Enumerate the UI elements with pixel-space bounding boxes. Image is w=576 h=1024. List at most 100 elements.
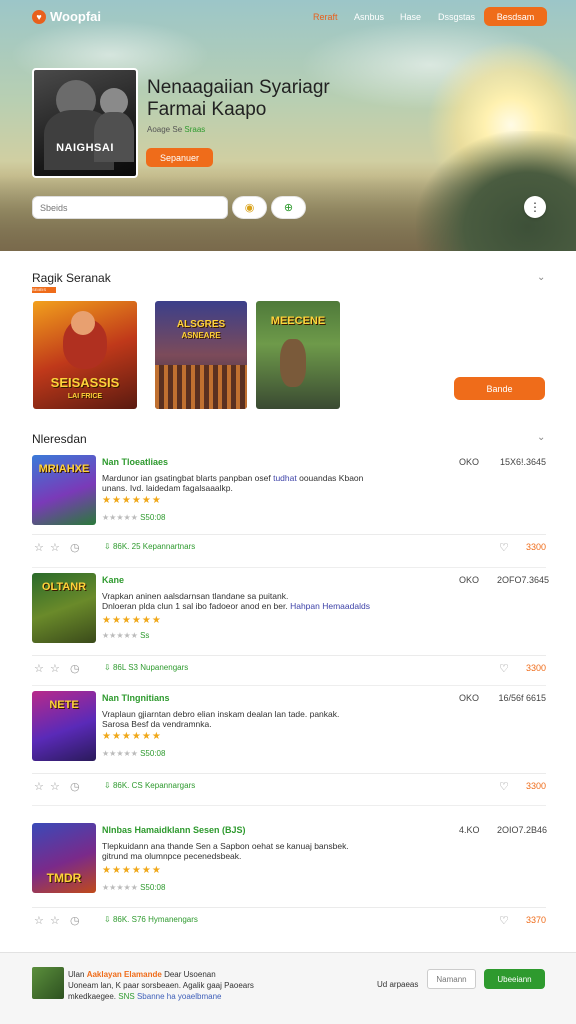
bottom-highlight[interactable]: Aaklayan Elamande <box>87 970 162 979</box>
list-item-price[interactable]: 3370 <box>522 915 546 925</box>
clock-icon[interactable]: ◷ <box>70 541 80 554</box>
nav-link-4[interactable]: Dssgstas <box>438 12 475 22</box>
list-item-name[interactable]: Nlnbas Hamaidklann Sesen (BJS) <box>102 825 246 835</box>
game-title: Nenaagaiian Syariagr Farmai Kaapo <box>147 77 447 121</box>
game-cover[interactable]: NAIGHSAI <box>32 68 138 178</box>
filter-pill-coin-icon[interactable]: ◉ <box>232 196 267 219</box>
star-rating: ★★★★★★ <box>102 495 162 506</box>
rating-detail: ★★★★★ S50:08 <box>102 749 166 758</box>
description-text: Vraplaun gjiarntan debro elian inskam de… <box>102 709 340 719</box>
tile-label-top: SEISASSIS <box>50 375 120 390</box>
tile-label-top: MEECENE <box>270 315 326 327</box>
list-section-title: Nleresdan <box>32 432 87 446</box>
star-outline-icon[interactable]: ☆ <box>50 914 60 927</box>
featured-tile[interactable]: MEECENE <box>256 301 340 409</box>
list-item[interactable]: OLTANR Kane Vrapkan aninen aalsdarnsan t… <box>32 573 550 675</box>
star-outline-icon[interactable]: ☆ <box>50 541 60 554</box>
game-title-line1: Nenaagaiian Syariagr <box>147 77 330 98</box>
downloads-count: 86K. S76 <box>112 915 146 924</box>
divider <box>32 685 546 686</box>
list-item-size: 4.KO <box>459 825 480 835</box>
bottom-bar: Ulan Aaklayan Elamande Dear Usoenan Uone… <box>0 952 576 1024</box>
list-item-name[interactable]: Kane <box>102 575 124 585</box>
more-options-icon[interactable]: ⋮ <box>524 196 546 218</box>
description-link[interactable]: tudhat <box>273 473 297 483</box>
list-item-price[interactable]: 3300 <box>522 781 546 791</box>
bottom-bar-label: Ud arpaeas <box>377 980 419 989</box>
featured-section-title: Ragik Seranak <box>32 271 111 285</box>
primary-button[interactable]: Ubeeiann <box>484 969 545 989</box>
game-meta: Aoage Se Sraas <box>147 125 205 134</box>
list-item-name[interactable]: Nan Tloeatliaes <box>102 457 168 467</box>
featured-action-button[interactable]: Bande <box>454 377 545 400</box>
star-outline-icon[interactable]: ☆ <box>34 780 44 793</box>
heart-icon[interactable]: ♡ <box>499 662 509 675</box>
star-outline-icon[interactable]: ☆ <box>50 662 60 675</box>
downloads-count: 86K. 25 <box>112 542 141 551</box>
list-item-footer: ☆ ☆ ◷ ⇩ 86K. CS Kepannargars ♡ 3300 <box>32 773 546 793</box>
thumbnail-label: OLTANR <box>41 581 87 593</box>
star-outline-icon[interactable]: ☆ <box>34 914 44 927</box>
tile-hero-head <box>71 311 95 335</box>
list-item-date: 2OFO7.3645 <box>497 575 550 585</box>
bottom-link[interactable]: Sbanne ha yoaelbmane <box>137 992 222 1001</box>
star-outline-icon[interactable]: ☆ <box>50 780 60 793</box>
featured-tile[interactable]: SEISASSIS LAI FRICE <box>33 301 137 409</box>
list-item-price[interactable]: 3300 <box>522 542 546 552</box>
list-item-thumbnail: MRIAHXE <box>32 455 96 525</box>
chevron-down-icon[interactable]: ⌄ <box>537 272 545 283</box>
heart-icon[interactable]: ♡ <box>499 914 509 927</box>
list-item-price[interactable]: 3300 <box>522 663 546 673</box>
star-outline-icon[interactable]: ☆ <box>34 541 44 554</box>
rating-text: Ss <box>140 631 150 640</box>
star-rating: ★★★★★★ <box>102 615 162 626</box>
top-nav: ♥ Woopfai Reraft Asnbus Hase Dssgstas Be… <box>0 0 576 34</box>
nav-link-3[interactable]: Hase <box>400 12 421 22</box>
cover-title: NAIGHSAI <box>56 142 114 154</box>
tile-label-bottom: ASNEARE <box>181 331 221 340</box>
list-item[interactable]: MRIAHXE Nan Tloeatliaes Mardunor ian gsa… <box>32 455 546 557</box>
brand[interactable]: ♥ Woopfai <box>32 9 101 24</box>
download-stats: ⇩ 86K. S76 Hymanengars <box>104 915 198 924</box>
nav-link-1[interactable]: Reraft <box>313 12 338 22</box>
rating-detail: ★★★★★ Ss <box>102 631 150 640</box>
tile-label-top: ALSGRES <box>176 319 226 330</box>
featured-tile[interactable]: ALSGRES ASNEARE <box>155 301 247 409</box>
list-item-size: OKO <box>459 457 480 467</box>
description-link[interactable]: Hahpan Hemaadalds <box>290 601 370 611</box>
search-input[interactable]: Sbeids <box>32 196 228 219</box>
hero-action-button[interactable]: Sepanuer <box>146 148 213 167</box>
list-item-description: Mardunor ian gsatingbat blarts panpban o… <box>102 473 432 493</box>
clock-icon[interactable]: ◷ <box>70 780 80 793</box>
description-text: gitrund ma olumnpce pecenedsbeak. <box>102 851 242 861</box>
downloads-count: 86K. CS <box>112 781 143 790</box>
heart-icon[interactable]: ♡ <box>499 780 509 793</box>
nav-cta-button[interactable]: Besdsam <box>484 7 547 26</box>
description-text: Mardunor ian gsatingbat blarts panpban o… <box>102 473 271 483</box>
game-title-line2: Farmai Kaapo <box>147 99 267 120</box>
list-item-description: Vraplaun gjiarntan debro elian inskam de… <box>102 709 432 729</box>
clock-icon[interactable]: ◷ <box>70 914 80 927</box>
thumbnail-label: MRIAHXE <box>38 463 90 475</box>
heart-icon[interactable]: ♡ <box>499 541 509 554</box>
filter-pill-download-icon[interactable]: ⊕ <box>271 196 306 219</box>
list-item-thumbnail: TMDR <box>32 823 96 893</box>
rating-text: S50:08 <box>140 513 166 522</box>
hero-trees <box>416 131 576 251</box>
nav-link-2[interactable]: Asnbus <box>354 12 384 22</box>
list-item-name[interactable]: Nan Tlngnitians <box>102 693 170 703</box>
description-text: Tlepkuidann ana thande Sen a Sapbon oeha… <box>102 841 349 851</box>
list-item[interactable]: TMDR Nlnbas Hamaidklann Sesen (BJS) Tlep… <box>32 823 547 933</box>
description-text: unans. Ivd. laidedam fagalsaaalkp. <box>102 483 233 493</box>
chevron-down-icon[interactable]: ⌄ <box>537 432 545 443</box>
brand-logo-icon: ♥ <box>32 9 46 24</box>
list-item[interactable]: NETE Nan Tlngnitians Vraplaun gjiarntan … <box>32 691 546 793</box>
secondary-button[interactable]: Namann <box>427 969 476 989</box>
star-outline-icon[interactable]: ☆ <box>34 662 44 675</box>
list-item-thumbnail: NETE <box>32 691 96 761</box>
bottom-bar-thumbnail[interactable] <box>32 967 64 999</box>
list-item-size: OKO <box>459 693 480 703</box>
clock-icon[interactable]: ◷ <box>70 662 80 675</box>
divider <box>32 567 546 568</box>
game-meta-highlight[interactable]: Sraas <box>184 125 205 134</box>
